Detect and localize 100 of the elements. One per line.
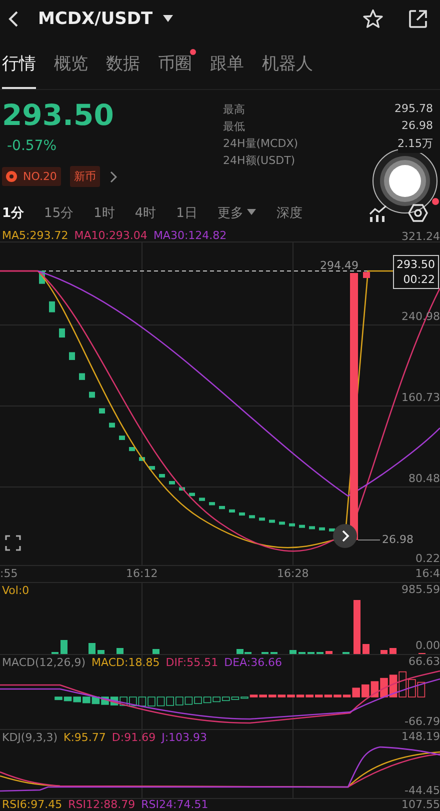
indicator-value: Vol:0: [2, 584, 30, 597]
share-icon[interactable]: [408, 9, 428, 29]
price-change: -0.57%: [7, 138, 58, 154]
interval-tab[interactable]: 1日: [176, 204, 198, 222]
candle: [79, 373, 85, 380]
tab[interactable]: 行情: [2, 52, 36, 89]
candle: [149, 466, 155, 470]
tab[interactable]: 币圈: [158, 52, 192, 89]
candle: [329, 528, 335, 532]
axis-label: 160.73: [402, 391, 440, 404]
candle: [199, 498, 205, 501]
stat-label: 最高: [223, 102, 245, 118]
axis-label: -44.45: [404, 784, 440, 797]
star-icon[interactable]: [362, 8, 384, 30]
candle: [159, 474, 165, 478]
pair-title[interactable]: MCDX/USDT: [38, 9, 153, 29]
axis-label: -66.79: [404, 715, 440, 728]
candle: [363, 272, 370, 278]
macd-bar: [156, 696, 165, 706]
notification-dot: [432, 198, 439, 205]
more-menu[interactable]: 更多: [217, 204, 256, 222]
indicator-value: J:103.93: [162, 731, 208, 744]
time-label: 16:12: [126, 567, 158, 580]
high-price-label: 294.49: [320, 259, 358, 272]
indicator-value: MA5:293.72: [2, 229, 68, 242]
indicator-value: D:91.69: [112, 731, 156, 744]
interval-tab[interactable]: 1时: [94, 204, 115, 222]
candle: [299, 524, 305, 528]
indicator-value: MA10:293.04: [74, 229, 148, 242]
candle: [289, 523, 295, 526]
volume-bar: [60, 640, 68, 654]
indicator-value: DEA:36.66: [224, 656, 282, 669]
axis-label: 80.48: [408, 472, 440, 485]
indicator-chart-icon[interactable]: [368, 204, 388, 222]
candle: [99, 408, 105, 414]
candle: [259, 518, 265, 521]
candle: [249, 515, 255, 518]
candle: [239, 512, 245, 516]
tab[interactable]: 概览: [54, 52, 88, 89]
volume-bar: [380, 650, 388, 654]
rank-tag[interactable]: NO.20: [2, 167, 61, 186]
indicator-value: KDJ(9,3,3): [2, 731, 58, 744]
candle: [219, 506, 225, 510]
indicator-value: RSI12:88.79: [68, 799, 136, 811]
interval-tab[interactable]: 15分: [44, 204, 74, 222]
tab[interactable]: 数据: [106, 52, 140, 89]
interval-tab[interactable]: 4时: [134, 204, 156, 222]
macd-bar: [138, 696, 146, 706]
indicator-value: K:95.77: [64, 731, 106, 744]
volume-bar: [362, 644, 370, 654]
candle: [59, 328, 65, 338]
candle: [169, 481, 175, 484]
stat-label: 最低: [223, 119, 245, 135]
volume-bar: [152, 649, 160, 654]
candle: [49, 301, 55, 312]
time-label: 16:4: [415, 567, 440, 580]
macd-bar: [370, 681, 379, 698]
last-price: 293.50: [2, 98, 115, 132]
volume-bar: [88, 643, 96, 654]
notification-dot: [190, 49, 196, 55]
chevron-right-icon[interactable]: [108, 170, 117, 182]
time-label: 16:28: [277, 567, 309, 580]
volume-bar: [116, 648, 124, 654]
scroll-latest-button[interactable]: [333, 524, 357, 548]
axis-label: 0.22: [416, 552, 440, 565]
candle: [109, 422, 115, 428]
axis-label: 66.63: [408, 655, 440, 668]
candle: [119, 436, 125, 440]
low-price-label: 26.98: [382, 533, 414, 546]
settings-icon[interactable]: [408, 202, 428, 222]
axis-label: 321.24: [402, 230, 440, 243]
axis-label: 148.19: [402, 730, 440, 743]
caret-icon: [247, 209, 256, 216]
indicator-value: RSI6:97.45: [2, 799, 62, 811]
macd-bar: [184, 696, 193, 705]
candle: [309, 526, 315, 530]
candle: [279, 522, 285, 525]
candle: [89, 392, 95, 398]
candle: [319, 527, 325, 530]
candle: [209, 502, 215, 506]
back-icon[interactable]: [8, 10, 20, 28]
floating-button[interactable]: [372, 148, 438, 214]
caret-icon[interactable]: [162, 15, 173, 23]
candle: [69, 352, 75, 360]
new-coin-tag[interactable]: 新币: [70, 166, 100, 187]
volume-bar: [290, 650, 296, 654]
volume-bar: [390, 648, 396, 654]
expand-icon[interactable]: [5, 535, 21, 551]
volume-bar: [326, 651, 332, 654]
macd-bar: [417, 682, 426, 698]
indicator-value: RSI24:74.51: [141, 799, 208, 811]
tab[interactable]: 跟单: [210, 52, 244, 89]
stat-label: 24H额(USDT): [223, 153, 296, 169]
interval-tab[interactable]: 1分: [2, 204, 24, 222]
indicator-value: DIF:55.51: [166, 656, 218, 669]
interval-tab[interactable]: 深度: [276, 204, 302, 222]
axis-label: 985.59: [402, 583, 440, 596]
candle: [229, 509, 235, 512]
candle: [139, 457, 145, 461]
tab[interactable]: 机器人: [262, 52, 313, 89]
